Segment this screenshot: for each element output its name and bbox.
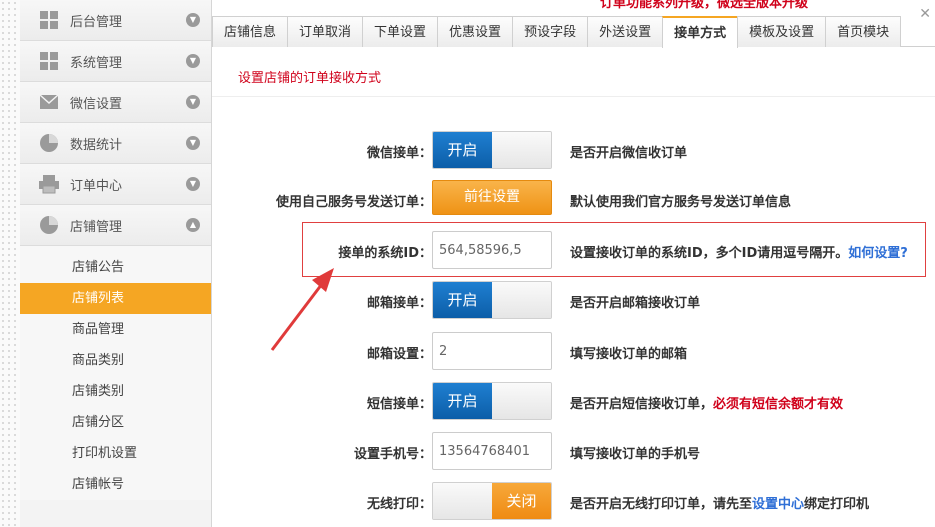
- menu-label: 数据统计: [70, 137, 123, 153]
- email-input[interactable]: [432, 332, 552, 370]
- goto-settings-button[interactable]: 前往设置: [432, 180, 552, 215]
- phone-input[interactable]: [432, 432, 552, 470]
- section-title: 设置店铺的订单接收方式: [238, 71, 382, 86]
- chevron-down-icon: ▼: [186, 13, 200, 27]
- submenu-printer-settings[interactable]: 打印机设置: [20, 438, 211, 469]
- field-label: 设置手机号：: [353, 447, 432, 462]
- tab-order-settings[interactable]: 下单设置: [362, 16, 439, 47]
- chevron-down-icon: ▼: [186, 95, 200, 109]
- sms-toggle[interactable]: 开启: [432, 382, 552, 420]
- toggle-off-label: 关闭: [492, 483, 551, 519]
- submenu-store-notice[interactable]: 店铺公告: [20, 252, 211, 283]
- divider: [212, 96, 935, 97]
- toggle-on-label: 开启: [433, 383, 492, 419]
- menu-label: 系统管理: [70, 55, 123, 71]
- upgrade-notice: 订单功能系列升级，微选全版本升级: [600, 0, 809, 11]
- wechat-toggle[interactable]: 开启: [432, 131, 552, 169]
- chevron-down-icon: ▼: [186, 177, 200, 191]
- pie-chart-icon: [38, 214, 60, 236]
- tab-bar: 店铺信息 订单取消 下单设置 优惠设置 预设字段 外送设置 接单方式 模板及设置…: [212, 16, 935, 48]
- row-wechat-receive: 微信接单： 开启 是否开启微信收订单: [212, 131, 935, 171]
- field-desc: 填写接收订单的手机号: [570, 447, 701, 462]
- menu-label: 店铺管理: [70, 219, 123, 235]
- submenu-store-zone[interactable]: 店铺分区: [20, 407, 211, 438]
- menu-wechat-settings[interactable]: 微信设置 ▼: [20, 82, 211, 123]
- field-desc: 填写接收订单的邮箱: [570, 347, 688, 362]
- email-toggle[interactable]: 开启: [432, 281, 552, 319]
- submenu-store-category[interactable]: 店铺类别: [20, 376, 211, 407]
- submenu-store-account[interactable]: 店铺帐号: [20, 469, 211, 500]
- tab-homepage-modules[interactable]: 首页模块: [825, 16, 902, 47]
- sms-warning: 必须有短信余额才有效: [713, 397, 844, 412]
- field-desc: 是否开启微信收订单: [570, 146, 688, 161]
- menu-label: 订单中心: [70, 178, 123, 194]
- field-label: 无线打印：: [366, 497, 432, 512]
- tab-order-receiving[interactable]: 接单方式: [662, 16, 739, 48]
- store-submenu: 店铺公告 店铺列表 商品管理 商品类别 店铺类别 店铺分区 打印机设置 店铺帐号: [20, 246, 211, 500]
- chevron-down-icon: ▼: [186, 54, 200, 68]
- field-label: 使用自己服务号发送订单：: [275, 195, 432, 210]
- grid-icon: [38, 50, 60, 72]
- highlight-box: [302, 222, 926, 277]
- menu-order-center[interactable]: 订单中心 ▼: [20, 164, 211, 205]
- dotted-gutter: [0, 0, 20, 527]
- submenu-product-category[interactable]: 商品类别: [20, 345, 211, 376]
- field-label: 邮箱设置：: [366, 347, 432, 362]
- sidebar: 后台管理 ▼ 系统管理 ▼ 微信设置 ▼ 数据统计 ▼ 订单中心 ▼ 店铺管理 …: [20, 0, 212, 527]
- menu-statistics[interactable]: 数据统计 ▼: [20, 123, 211, 164]
- menu-store-admin[interactable]: 店铺管理 ▲: [20, 205, 211, 246]
- field-desc: 是否开启短信接收订单，必须有短信余额才有效: [570, 397, 844, 412]
- tab-order-cancel[interactable]: 订单取消: [287, 16, 364, 47]
- menu-backend-admin[interactable]: 后台管理 ▼: [20, 0, 211, 41]
- field-desc: 默认使用我们官方服务号发送订单信息: [570, 195, 792, 210]
- wireless-print-toggle[interactable]: 关闭: [432, 482, 552, 520]
- tab-templates[interactable]: 模板及设置: [737, 16, 827, 47]
- menu-system-admin[interactable]: 系统管理 ▼: [20, 41, 211, 82]
- submenu-store-list[interactable]: 店铺列表: [20, 283, 211, 314]
- field-label: 短信接单：: [366, 397, 432, 412]
- row-phone: 设置手机号： 填写接收订单的手机号: [212, 432, 935, 472]
- menu-label: 后台管理: [70, 14, 123, 30]
- field-label: 邮箱接单：: [366, 296, 432, 311]
- tab-preset-fields[interactable]: 预设字段: [512, 16, 589, 47]
- field-desc: 是否开启邮箱接收订单: [570, 296, 701, 311]
- submenu-product-management[interactable]: 商品管理: [20, 314, 211, 345]
- tab-delivery-settings[interactable]: 外送设置: [587, 16, 664, 47]
- annotation-arrow: [270, 268, 334, 351]
- grid-icon: [38, 9, 60, 31]
- tab-discount-settings[interactable]: 优惠设置: [437, 16, 514, 47]
- row-own-service: 使用自己服务号发送订单： 前往设置 默认使用我们官方服务号发送订单信息: [212, 180, 935, 220]
- tab-store-info[interactable]: 店铺信息: [212, 16, 289, 47]
- row-wireless-print: 无线打印： 关闭 是否开启无线打印订单，请先至设置中心绑定打印机: [212, 482, 935, 522]
- field-label: 微信接单：: [366, 146, 432, 161]
- field-desc: 是否开启无线打印订单，请先至设置中心绑定打印机: [570, 497, 870, 512]
- printer-icon: [38, 173, 60, 195]
- chevron-up-icon: ▲: [186, 218, 200, 232]
- pie-chart-icon: [38, 132, 60, 154]
- chevron-down-icon: ▼: [186, 136, 200, 150]
- toggle-on-label: 开启: [433, 132, 492, 168]
- toggle-on-label: 开启: [433, 282, 492, 318]
- menu-label: 微信设置: [70, 96, 123, 112]
- mail-icon: [38, 91, 60, 113]
- settings-center-link[interactable]: 设置中心: [752, 497, 804, 512]
- row-sms-receive: 短信接单： 开启 是否开启短信接收订单，必须有短信余额才有效: [212, 382, 935, 422]
